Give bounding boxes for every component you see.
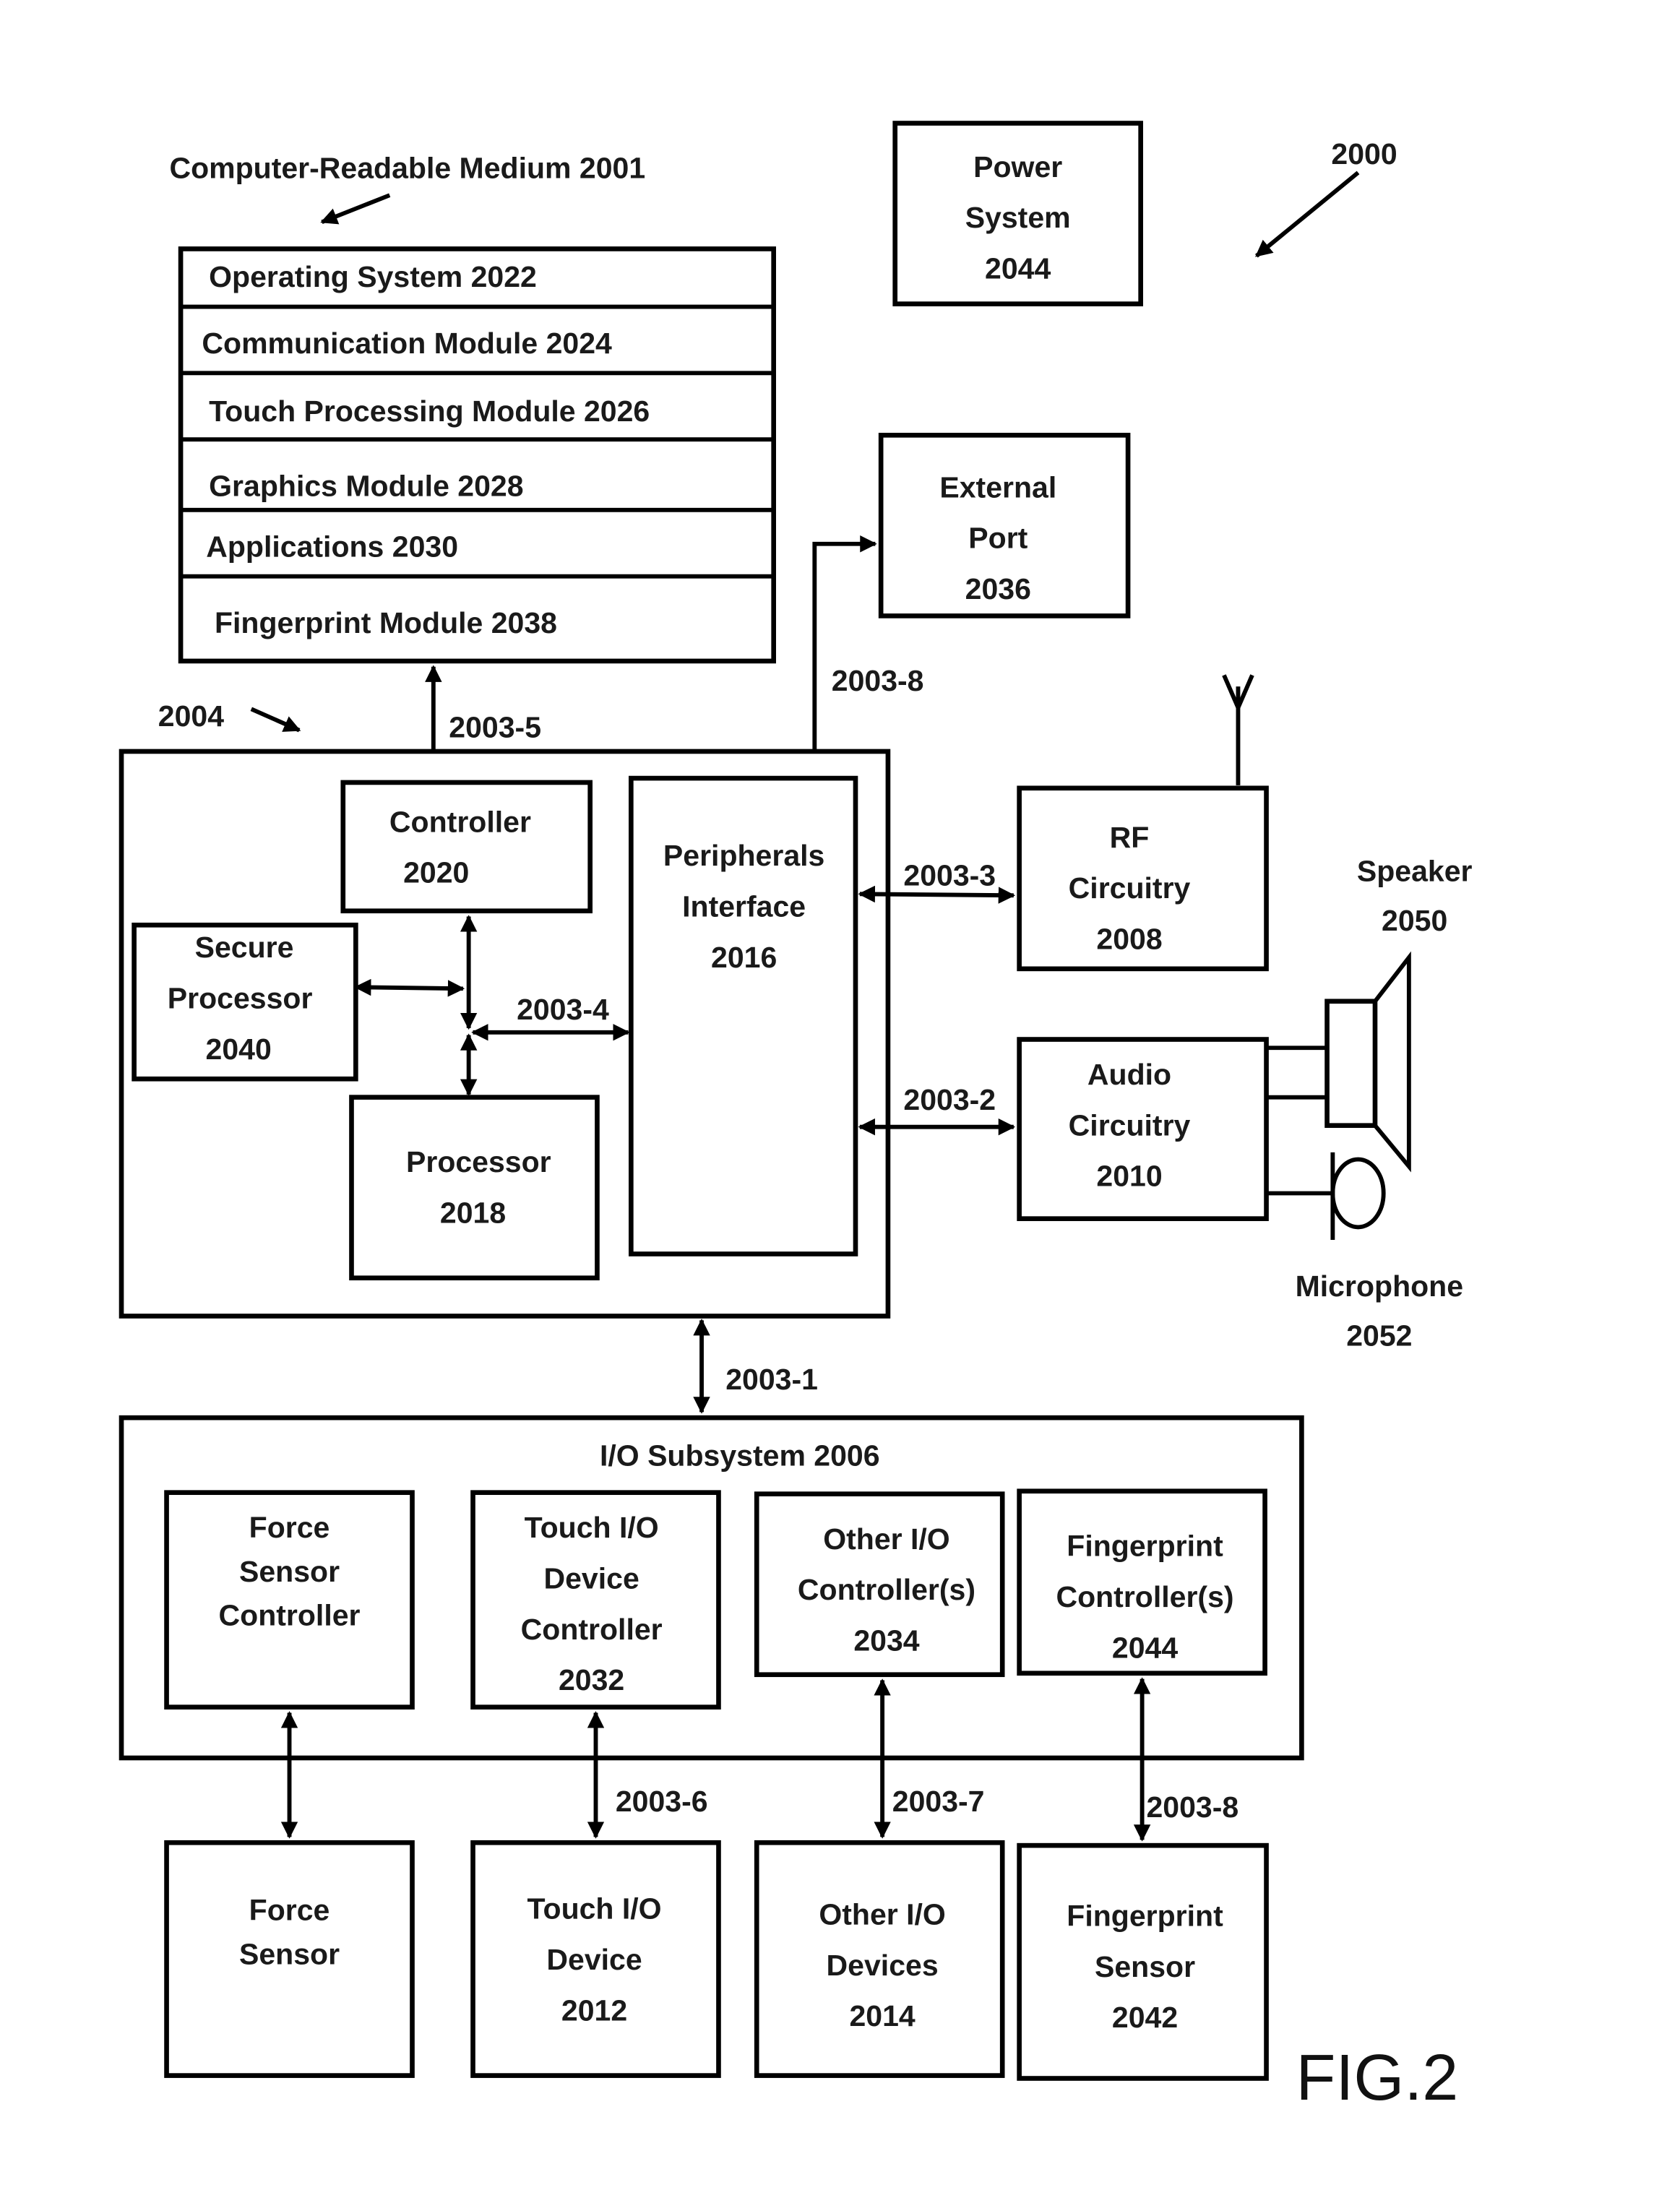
svg-text:Audio: Audio: [1087, 1058, 1171, 1091]
svg-text:2014: 2014: [849, 1999, 915, 2032]
power-system-box: Power System 2044: [892, 121, 1143, 306]
svg-text:System: System: [965, 201, 1071, 234]
module-graphics: Graphics Module 2028: [209, 469, 523, 502]
rf-circuitry-box: RF Circuitry 2008: [1017, 785, 1269, 972]
force-sensor-box: Force Sensor: [164, 1840, 415, 2078]
svg-text:Fingerprint: Fingerprint: [1067, 1530, 1223, 1563]
touch-io-controller-box: Touch I/O Device Controller 2032: [470, 1490, 721, 1710]
svg-text:Controller(s): Controller(s): [798, 1573, 975, 1606]
speaker-label: Speaker: [1357, 855, 1473, 888]
io-subsystem-title: I/O Subsystem 2006: [600, 1439, 880, 1473]
svg-text:Device: Device: [546, 1943, 642, 1976]
svg-text:Devices: Devices: [827, 1949, 939, 1982]
module-fingerprint: Fingerprint Module 2038: [215, 606, 557, 639]
svg-text:2040: 2040: [206, 1032, 272, 1066]
medium-title: Computer-Readable Medium 2001: [169, 152, 645, 185]
svg-text:2010: 2010: [1096, 1160, 1162, 1193]
module-touch-processing: Touch Processing Module 2026: [209, 395, 650, 428]
processing-ref: 2004: [158, 699, 224, 733]
module-applications: Applications 2030: [206, 530, 458, 563]
bus-2003-3: [858, 885, 1016, 904]
svg-text:2036: 2036: [965, 572, 1031, 605]
controller-box: Controller 2020: [340, 780, 593, 914]
svg-text:Peripherals: Peripherals: [663, 839, 824, 872]
svg-text:External: External: [939, 470, 1056, 504]
svg-text:Force: Force: [249, 1511, 330, 1544]
svg-text:Sensor: Sensor: [239, 1937, 340, 1970]
svg-text:Sensor: Sensor: [1095, 1950, 1195, 1983]
svg-text:2018: 2018: [440, 1197, 506, 1230]
svg-text:Port: Port: [968, 522, 1028, 555]
force-sensor-controller-box: Force Sensor Controller: [164, 1490, 415, 1710]
speaker-number: 2050: [1382, 904, 1447, 937]
processor-box: Processor 2018: [349, 1095, 600, 1281]
svg-text:2044: 2044: [1112, 1631, 1178, 1664]
svg-text:Sensor: Sensor: [239, 1555, 340, 1588]
svg-text:Circuitry: Circuitry: [1069, 1108, 1191, 1142]
svg-text:2042: 2042: [1112, 2001, 1178, 2034]
svg-text:Device: Device: [544, 1562, 639, 1595]
svg-text:Touch I/O: Touch I/O: [527, 1892, 662, 1926]
processing-pointer-arrow: [250, 707, 301, 733]
svg-text:2016: 2016: [711, 941, 777, 974]
module-operating-system: Operating System 2022: [209, 260, 537, 293]
bus-label-2003-1: 2003-1: [725, 1363, 818, 1396]
medium-stack: Operating System 2022 Communication Modu…: [178, 246, 776, 664]
microphone-label: Microphone: [1296, 1269, 1463, 1303]
svg-text:2020: 2020: [403, 856, 469, 889]
fingerprint-controller-box: Fingerprint Controller(s) 2044: [1017, 1488, 1267, 1676]
bus-2003-8-external-port: [806, 535, 877, 779]
antenna-icon: [1222, 674, 1254, 785]
other-io-devices-box: Other I/O Devices 2014: [754, 1840, 1005, 2078]
svg-text:Force: Force: [249, 1894, 330, 1927]
figure-label: FIG.2: [1296, 2042, 1459, 2114]
bus-label-2003-8-top: 2003-8: [832, 664, 924, 697]
figure-reference: 2000: [1331, 137, 1397, 171]
svg-text:Interface: Interface: [682, 890, 806, 923]
bus-label-2003-7: 2003-7: [892, 1785, 985, 1818]
svg-text:Other I/O: Other I/O: [819, 1898, 945, 1931]
svg-text:RF: RF: [1110, 821, 1150, 854]
figure-pointer-arrow: [1255, 171, 1360, 258]
peripherals-interface-box: Peripherals Interface 2016: [629, 775, 858, 1256]
svg-text:2034: 2034: [853, 1624, 919, 1657]
svg-text:Secure: Secure: [195, 931, 294, 964]
svg-text:Controller: Controller: [389, 805, 531, 838]
svg-text:Fingerprint: Fingerprint: [1067, 1900, 1223, 1933]
fingerprint-sensor-box: Fingerprint Sensor 2042: [1017, 1842, 1269, 2081]
svg-text:Controller: Controller: [521, 1613, 663, 1646]
other-io-controller-box: Other I/O Controller(s) 2034: [754, 1491, 1005, 1678]
svg-text:Processor: Processor: [406, 1145, 551, 1178]
svg-text:Controller: Controller: [219, 1598, 361, 1631]
svg-text:2012: 2012: [561, 1993, 627, 2027]
touch-io-device-box: Touch I/O Device 2012: [470, 1840, 721, 2078]
audio-circuitry-box: Audio Circuitry 2010: [1017, 1037, 1269, 1221]
bus-label-2003-5: 2003-5: [449, 710, 541, 743]
block-diagram: Computer-Readable Medium 2001 2000 Opera…: [119, 121, 1473, 2114]
svg-text:2008: 2008: [1096, 922, 1162, 955]
medium-pointer-arrow: [320, 193, 391, 225]
external-port-box: External Port 2036: [878, 432, 1131, 618]
svg-text:Circuitry: Circuitry: [1069, 871, 1191, 905]
bus-label-2003-6: 2003-6: [616, 1785, 708, 1818]
secure-processor-box: Secure Processor 2040: [132, 922, 358, 1082]
svg-text:Power: Power: [973, 150, 1062, 184]
bus-label-2003-8-bottom: 2003-8: [1146, 1790, 1239, 1824]
microphone-number: 2052: [1346, 1319, 1412, 1353]
bus-label-2003-3: 2003-3: [903, 859, 996, 892]
svg-text:Other I/O: Other I/O: [823, 1522, 949, 1556]
bus-label-2003-2: 2003-2: [903, 1083, 996, 1116]
svg-text:Touch I/O: Touch I/O: [525, 1511, 659, 1544]
svg-text:Processor: Processor: [168, 982, 313, 1015]
bus-label-2003-4: 2003-4: [517, 993, 609, 1026]
svg-text:2032: 2032: [559, 1663, 624, 1697]
microphone-icon: [1266, 1152, 1386, 1240]
module-communication: Communication Module 2024: [202, 327, 612, 360]
speaker-icon: [1266, 951, 1411, 1173]
svg-text:2044: 2044: [985, 251, 1051, 285]
svg-text:Controller(s): Controller(s): [1056, 1580, 1233, 1613]
